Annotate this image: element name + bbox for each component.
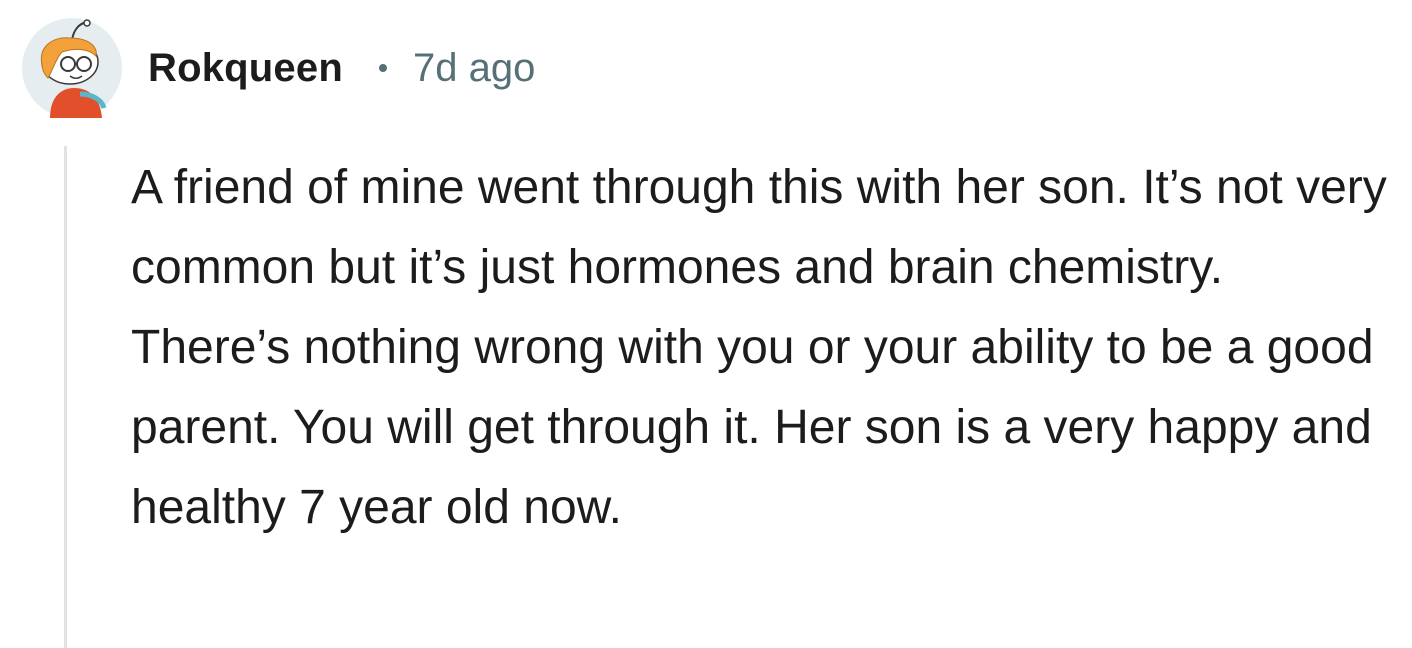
comment-body: A friend of mine went through this with … (131, 161, 1387, 534)
avatar[interactable] (22, 18, 122, 118)
comment: Rokqueen 7d ago A friend of mine went th… (0, 0, 1412, 648)
timestamp-link[interactable]: 7d ago (413, 46, 535, 91)
comment-header: Rokqueen 7d ago (22, 18, 535, 118)
thread-collapse-line[interactable] (64, 146, 67, 648)
snoo-avatar-icon (22, 18, 122, 118)
username-link[interactable]: Rokqueen (148, 46, 343, 91)
dot-separator-icon (378, 64, 387, 72)
